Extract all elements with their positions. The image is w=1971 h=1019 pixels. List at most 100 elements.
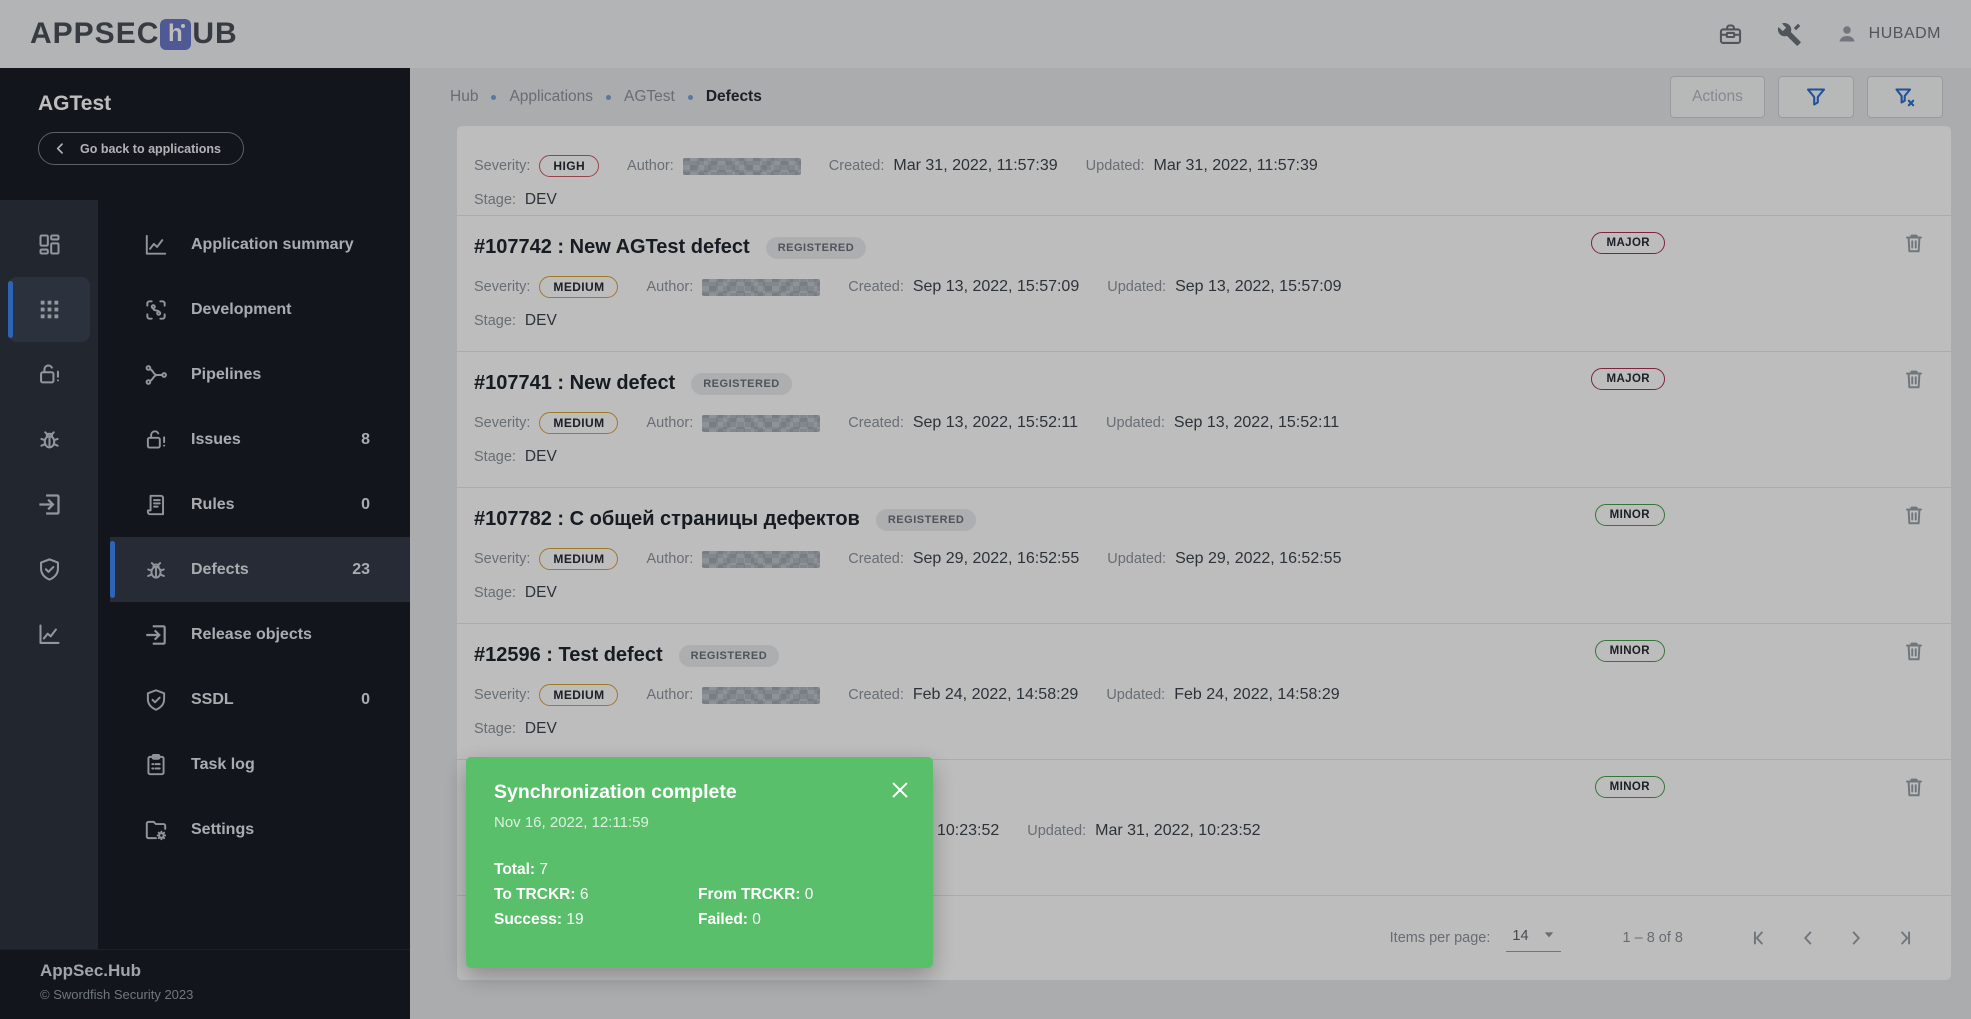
- go-back-button[interactable]: Go back to applications: [38, 132, 244, 165]
- defect-title[interactable]: #107742 : New AGTest defect: [474, 236, 750, 259]
- delete-defect-button[interactable]: [1901, 366, 1927, 392]
- trash-icon: [1901, 366, 1927, 392]
- breadcrumb-item-agtest[interactable]: AGTest: [624, 88, 675, 106]
- sidebar-menu: Application summary Development Pipelines I…: [98, 200, 410, 949]
- toast-stats: Total: 7 To TRCKR: 6 From TRCKR: 0 Success:…: [494, 857, 905, 932]
- sidebar-item-pipelines[interactable]: Pipelines: [98, 342, 410, 407]
- defect-row: #12596 : Test defect REGISTERED Severity: M…: [457, 624, 1951, 760]
- toast-stat-total: Total: 7: [494, 861, 548, 878]
- priority-badge: MAJOR: [1591, 368, 1665, 390]
- author-label: Author:: [646, 687, 694, 703]
- rail-item-issues[interactable]: [0, 342, 98, 407]
- trash-icon: [1901, 774, 1927, 800]
- chevron-right-nav-icon: [1845, 927, 1867, 949]
- breadcrumb-separator-dot: [606, 94, 612, 100]
- sync-toast: Synchronization complete Nov 16, 2022, 1…: [466, 757, 933, 968]
- user-menu[interactable]: HUBADM: [1835, 22, 1941, 46]
- toolbox-icon[interactable]: [1717, 21, 1744, 48]
- first-page-button[interactable]: [1749, 927, 1771, 949]
- created-label: Created:: [828, 158, 885, 174]
- rail-item-release-objects[interactable]: [0, 472, 98, 537]
- priority-badge: MINOR: [1594, 776, 1665, 798]
- sidebar-item-development[interactable]: Development: [98, 277, 410, 342]
- toast-title: Synchronization complete: [494, 781, 737, 803]
- sidebar-item-label: Task log: [191, 755, 255, 773]
- rail-item-ssdl[interactable]: [0, 537, 98, 602]
- stage-label: Stage:: [474, 449, 516, 465]
- next-page-button[interactable]: [1845, 927, 1867, 949]
- severity-badge: MEDIUM: [539, 548, 619, 570]
- chart-icon: [36, 621, 63, 648]
- delete-defect-button[interactable]: [1901, 774, 1927, 800]
- toast-close-button[interactable]: [889, 779, 911, 801]
- sidebar-item-label: Pipelines: [191, 365, 262, 383]
- defect-title[interactable]: #107782 : С общей страницы дефектов: [474, 508, 860, 531]
- pipelines-icon: [143, 362, 169, 388]
- breadcrumb-item-applications[interactable]: Applications: [509, 88, 593, 106]
- sidebar-item-issues[interactable]: Issues 8: [98, 407, 410, 472]
- lock-alert-icon: [36, 361, 63, 388]
- author-label: Author:: [627, 158, 674, 174]
- stage-label: Stage:: [474, 585, 516, 601]
- status-badge: REGISTERED: [875, 508, 977, 531]
- breadcrumb-current: Defects: [705, 88, 762, 105]
- application-name: AGTest: [38, 92, 112, 115]
- status-badge: REGISTERED: [691, 372, 792, 395]
- defect-title[interactable]: #12596 : Test defect: [474, 644, 663, 667]
- rail-item-applications[interactable]: [8, 277, 90, 342]
- rail-item-defects[interactable]: [0, 407, 98, 472]
- created-value: Sep 13, 2022, 15:52:11: [912, 414, 1079, 431]
- updated-value: Mar 31, 2022, 10:23:52: [1095, 822, 1261, 839]
- author-blurred: [702, 278, 821, 296]
- sidebar-item-ssdl[interactable]: SSDL 0: [98, 667, 410, 732]
- severity-label: Severity:: [474, 279, 531, 295]
- breadcrumb-item-hub[interactable]: Hub: [450, 88, 478, 106]
- status-badge: REGISTERED: [678, 644, 780, 667]
- delete-defect-button[interactable]: [1901, 230, 1927, 256]
- items-per-page-label: Items per page:: [1389, 929, 1491, 946]
- delete-defect-button[interactable]: [1901, 502, 1927, 528]
- clear-filter-button[interactable]: [1867, 76, 1943, 118]
- breadcrumb: Hub Applications AGTest Defects: [450, 68, 762, 126]
- created-label: Created:: [848, 551, 904, 567]
- sidebar-footer: AppSec.Hub © Swordfish Security 2023: [0, 949, 410, 1019]
- sidebar-item-application-summary[interactable]: Application summary: [98, 212, 410, 277]
- sidebar-item-release-objects[interactable]: Release objects: [98, 602, 410, 667]
- lock-alert-icon: [143, 427, 169, 453]
- severity-badge: HIGH: [539, 155, 600, 177]
- dashboard-icon: [36, 231, 63, 258]
- toast-timestamp: Nov 16, 2022, 12:11:59: [494, 814, 649, 831]
- previous-page-button[interactable]: [1797, 927, 1819, 949]
- exit-icon: [143, 622, 169, 648]
- bug-icon: [36, 426, 63, 453]
- sidebar-item-settings[interactable]: Settings: [98, 797, 410, 862]
- app-logo: APPSEC h UB: [30, 17, 238, 51]
- caret-down-icon: [1539, 924, 1559, 944]
- severity-badge: MEDIUM: [539, 684, 619, 706]
- severity-label: Severity:: [474, 551, 531, 567]
- author-blurred: [702, 414, 821, 432]
- last-page-button[interactable]: [1893, 927, 1915, 949]
- severity-badge: MEDIUM: [539, 276, 619, 298]
- sidebar-item-label: Release objects: [191, 625, 312, 643]
- items-per-page-select[interactable]: 14: [1506, 924, 1561, 952]
- updated-value: Sep 29, 2022, 16:52:55: [1175, 550, 1342, 567]
- rail-item-reports[interactable]: [0, 602, 98, 667]
- severity-label: Severity:: [474, 687, 531, 703]
- defect-title[interactable]: #107741 : New defect: [474, 372, 675, 395]
- icon-rail: [0, 200, 98, 949]
- tools-icon[interactable]: [1776, 21, 1803, 48]
- author-label: Author:: [646, 279, 694, 295]
- sidebar-item-task-log[interactable]: Task log: [98, 732, 410, 797]
- filter-button[interactable]: [1778, 76, 1854, 118]
- rail-item-dashboard[interactable]: [0, 212, 98, 277]
- footer-copyright: © Swordfish Security 2023: [40, 987, 194, 1002]
- actions-button[interactable]: Actions: [1670, 76, 1765, 118]
- sidebar-item-defects[interactable]: Defects 23: [110, 537, 410, 602]
- sidebar-item-rules[interactable]: Rules 0: [98, 472, 410, 537]
- filter-clear-icon: [1893, 85, 1917, 109]
- shield-check-icon: [36, 556, 63, 583]
- breadcrumb-separator-dot: [491, 94, 497, 100]
- author-label: Author:: [646, 415, 694, 431]
- delete-defect-button[interactable]: [1901, 638, 1927, 664]
